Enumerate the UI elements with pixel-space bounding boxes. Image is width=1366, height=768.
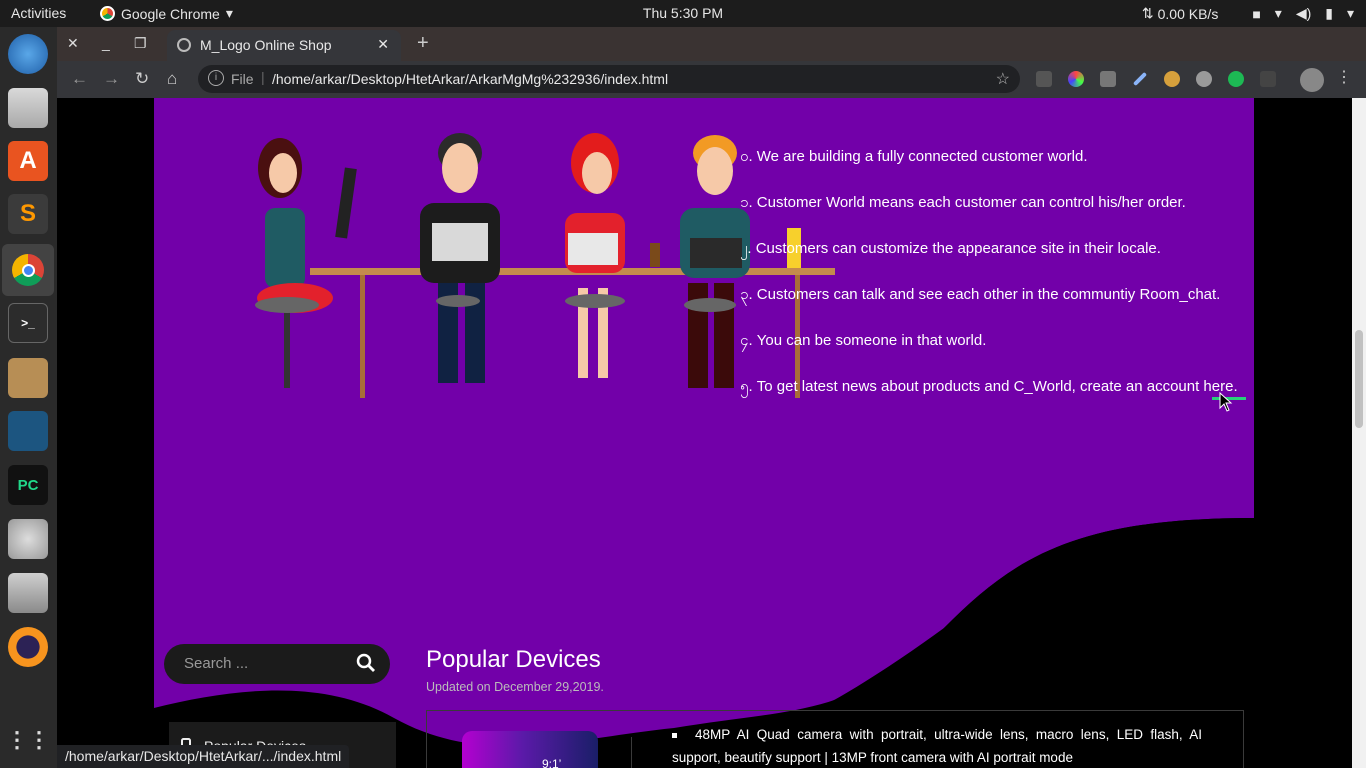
feature-item-create-account[interactable]: ၅. To get latest news about products and… [740, 377, 1238, 399]
search-placeholder: Search ... [184, 655, 249, 672]
page-scrollbar[interactable] [1352, 98, 1366, 768]
mysql-workbench-icon[interactable] [8, 411, 48, 451]
eclipse-icon[interactable] [8, 627, 48, 667]
bookmark-star-icon[interactable]: ☆ [996, 69, 1010, 89]
thunderbird-icon[interactable] [8, 34, 48, 74]
feature-item: ၃. Customers can talk and see each other… [740, 286, 1221, 303]
product-card[interactable]: 9:1’ 48MP AI Quad camera with portrait, … [426, 710, 1244, 768]
page-viewport: ၀. We are building a fully connected cus… [57, 98, 1352, 768]
tab-active[interactable]: M_Logo Online Shop ✕ [167, 30, 401, 61]
software-center-icon[interactable]: A [8, 141, 48, 181]
sublime-text-icon[interactable]: S [8, 194, 48, 234]
network-speed: 0.00 KB/s [1157, 5, 1219, 22]
reload-icon[interactable]: ↻ [135, 69, 149, 89]
volume-icon: ◀) [1295, 5, 1312, 21]
camera-icon: ■ [1252, 5, 1261, 22]
address-bar[interactable]: i File | /home/arkar/Desktop/HtetArkar/A… [198, 65, 1020, 93]
tab-title: M_Logo Online Shop [200, 37, 332, 53]
tab-strip: ✕ _ ❐ M_Logo Online Shop ✕ + [57, 27, 1366, 61]
power-menu-icon: ▾ [1346, 5, 1354, 21]
extension-cookie-icon[interactable] [1164, 71, 1180, 87]
files-icon[interactable] [8, 88, 48, 128]
bullet-icon [672, 732, 677, 738]
scrollbar-thumb[interactable] [1355, 330, 1363, 428]
window-minimize-icon[interactable]: _ [102, 35, 110, 51]
database-icon[interactable] [8, 573, 48, 613]
window-restore-icon[interactable]: ❐ [134, 35, 147, 52]
launcher-dock: A S >_ PC ⋮⋮ [0, 27, 57, 768]
search-input[interactable]: Search ... [164, 644, 390, 684]
updated-date: Updated on December 29,2019. [426, 680, 604, 694]
new-tab-button[interactable]: + [417, 32, 429, 55]
info-icon[interactable]: i [208, 70, 224, 86]
feature-item: ၁. Customer World means each customer ca… [740, 194, 1186, 211]
extension-pen-icon[interactable] [1132, 71, 1148, 87]
show-apps-icon[interactable]: ⋮⋮ [6, 720, 50, 760]
extension-cube-icon[interactable] [1036, 71, 1052, 87]
feature-item: ၀. We are building a fully connected cus… [740, 148, 1088, 165]
phone-screen-time: 9:1’ [542, 757, 562, 768]
url-scheme: File [231, 71, 254, 87]
battery-icon: ▮ [1325, 5, 1333, 21]
forward-icon[interactable]: → [103, 69, 120, 89]
extension-video-icon[interactable] [1100, 71, 1116, 87]
mouse-cursor-icon [1219, 392, 1233, 412]
section-title: Popular Devices [426, 646, 601, 673]
chrome-launcher[interactable] [2, 244, 54, 296]
phone-image[interactable]: 9:1’ [462, 731, 598, 768]
chrome-icon [12, 254, 44, 286]
home-icon[interactable]: ⌂ [167, 69, 177, 89]
globe-icon [177, 38, 191, 52]
feature-item: ၄. You can be someone in that world. [740, 332, 987, 349]
search-icon[interactable] [356, 653, 376, 673]
extension-color-picker-icon[interactable] [1068, 71, 1084, 87]
network-speed-icon: ⇅ [1141, 5, 1154, 21]
product-description: 48MP AI Quad camera with portrait, ultra… [672, 723, 1202, 768]
window-close-icon[interactable]: ✕ [67, 35, 79, 52]
status-url: /home/arkar/Desktop/HtetArkar/.../index.… [57, 745, 350, 768]
url-text[interactable]: /home/arkar/Desktop/HtetArkar/ArkarMgMg%… [272, 71, 668, 87]
tab-close-icon[interactable]: ✕ [377, 36, 389, 53]
extension-evernote-icon[interactable] [1228, 71, 1244, 87]
feature-item: ၂. Customers can customize the appearanc… [740, 240, 1161, 257]
url-separator: | [261, 69, 265, 85]
cheese-icon[interactable] [8, 519, 48, 559]
wifi-icon: ▾ [1274, 5, 1282, 21]
browser-toolbar: ← → ↻ ⌂ i File | /home/arkar/Desktop/Hte… [57, 61, 1366, 98]
product-description-text: 48MP AI Quad camera with portrait, ultra… [672, 727, 1202, 765]
divider [631, 737, 632, 768]
terminal-icon[interactable]: >_ [8, 303, 48, 343]
profile-avatar[interactable] [1300, 68, 1324, 92]
extension-m-icon[interactable] [1196, 71, 1212, 87]
kebab-menu-icon[interactable]: ⋮ [1336, 67, 1352, 87]
back-icon[interactable]: ← [71, 69, 88, 89]
system-top-bar: Activities Google Chrome ▾ Thu 5:30 PM ⇅… [0, 0, 1366, 27]
system-tray[interactable]: ⇅ 0.00 KB/s ■ ▾ ◀) ▮ ▾ [1142, 5, 1354, 22]
archive-manager-icon[interactable] [8, 358, 48, 398]
pycharm-icon[interactable]: PC [8, 465, 48, 505]
extension-reader-icon[interactable] [1260, 71, 1276, 87]
